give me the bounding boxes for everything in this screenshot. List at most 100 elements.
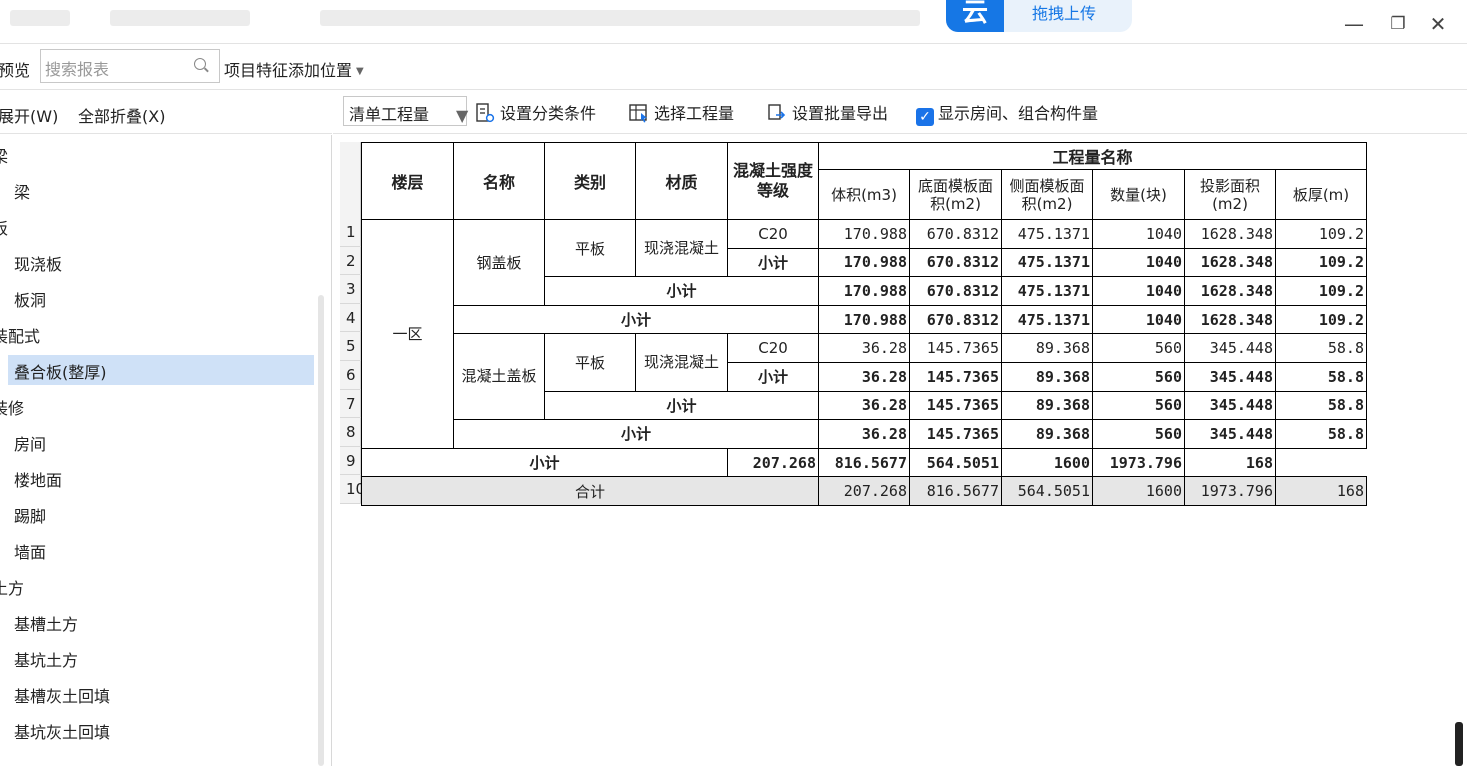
side-form-cell: 475.1371 <box>1001 304 1093 335</box>
row-number: 6 <box>340 361 361 390</box>
row-number: 9 <box>340 447 361 476</box>
side-form-cell: 89.368 <box>1001 361 1093 392</box>
set-category-button[interactable]: 设置分类条件 <box>475 100 596 124</box>
checkbox-checked-icon[interactable]: ✓ <box>916 108 934 126</box>
tree-item[interactable]: 楼地面 <box>14 467 62 491</box>
tree-item[interactable]: 梁 <box>14 179 30 203</box>
drag-upload-widget[interactable]: 云 拖拽上传 <box>946 0 1132 32</box>
tree-category[interactable]: 装修 <box>0 395 24 419</box>
proj-area-cell: 1973.796 <box>1092 447 1185 478</box>
tree-item-label: 叠合板(整厚) <box>14 363 107 382</box>
blurred-title-segment <box>110 10 250 26</box>
tree-item[interactable]: 墙面 <box>14 539 46 563</box>
tree-item[interactable]: 踢脚 <box>14 503 46 527</box>
blurred-title-segment <box>10 10 70 26</box>
row-number: 2 <box>340 247 361 276</box>
table-header-row: 楼层 名称 类别 材质 混凝土强度等级 工程量名称 <box>361 142 1367 220</box>
volume-cell: 170.988 <box>818 219 910 249</box>
header-bottom-form: 底面模板面积(m2) <box>909 169 1002 220</box>
row-number: 5 <box>340 332 361 361</box>
count-cell: 1040 <box>1092 219 1185 249</box>
bottom-form-cell: 670.8312 <box>909 304 1002 335</box>
subtotal-cell: 小计 <box>453 419 819 449</box>
header-floor: 楼层 <box>361 142 454 220</box>
tree-item[interactable]: 基槽灰土回填 <box>14 683 110 707</box>
tree-item-label: 板洞 <box>14 291 47 310</box>
tree-item[interactable]: 现浇板 <box>14 251 62 275</box>
total-cell: 合计 <box>361 476 819 506</box>
tree-item-label: 板 <box>0 219 9 238</box>
side-form-cell: 89.368 <box>1001 419 1093 449</box>
show-rooms-checkbox[interactable]: ✓ 显示房间、组合构件量 <box>916 100 1098 126</box>
thickness-cell: 109.2 <box>1275 247 1367 278</box>
feature-position-dropdown[interactable]: 项目特征添加位置 ▼ <box>224 57 364 81</box>
tree-category[interactable]: 板 <box>0 215 8 239</box>
vertical-scrollbar[interactable] <box>1455 722 1463 766</box>
feature-position-label: 项目特征添加位置 <box>224 61 353 80</box>
bottom-form-cell: 145.7365 <box>909 333 1002 363</box>
tree-category[interactable]: 土方 <box>0 575 24 599</box>
bottom-form-cell: 670.8312 <box>909 276 1002 306</box>
subtotal-cell: 小计 <box>544 276 819 306</box>
select-quantity-button[interactable]: 选择工程量 <box>629 100 734 124</box>
report-toolbar: 预览 <box>0 44 1467 90</box>
grade-cell: C20 <box>727 219 819 249</box>
export-icon <box>768 104 786 120</box>
quantity-type-select[interactable]: 清单工程量 ▼ <box>343 96 468 126</box>
side-form-cell: 475.1371 <box>1001 247 1093 278</box>
tree-item[interactable]: 房间 <box>14 431 46 455</box>
side-form-cell: 564.5051 <box>909 447 1002 478</box>
grade-cell: C20 <box>727 333 819 363</box>
subtotal-cell: 小计 <box>361 447 728 478</box>
row-number: 8 <box>340 418 361 447</box>
search-report-input[interactable]: 搜索报表 <box>40 49 220 83</box>
proj-area-cell: 345.448 <box>1184 419 1276 449</box>
batch-export-button[interactable]: 设置批量导出 <box>767 100 888 124</box>
tree-item[interactable]: 基槽土方 <box>14 611 78 635</box>
restore-icon[interactable]: ❐ <box>1386 14 1410 34</box>
row-number: 1 <box>340 218 361 247</box>
bottom-form-cell: 145.7365 <box>909 390 1002 421</box>
side-form-cell: 475.1371 <box>1001 276 1093 306</box>
tree-category[interactable]: 梁 <box>0 143 8 167</box>
tree-item[interactable]: 板洞 <box>14 287 46 311</box>
table-row: 小计 170.988 670.8312 475.1371 1040 1628.3… <box>362 304 1367 335</box>
bottom-form-cell: 816.5677 <box>909 476 1002 506</box>
tree-item[interactable]: 基坑灰土回填 <box>14 719 110 743</box>
batch-export-label: 设置批量导出 <box>792 104 889 123</box>
collapse-all-button[interactable]: 全部折叠(X) <box>78 103 165 127</box>
table-row: 混凝土盖板 平板 现浇混凝土 C20 36.28 145.7365 89.368… <box>362 333 1367 421</box>
tree-scrollbar[interactable] <box>318 295 324 766</box>
name-cell: 钢盖板 <box>453 219 545 306</box>
material-cell: 现浇混凝土 <box>635 218 728 278</box>
subtotal-cell: 小计 <box>544 390 819 421</box>
preview-button[interactable]: 预览 <box>0 57 30 81</box>
tree-item[interactable]: 基坑土方 <box>14 647 78 671</box>
header-side-form: 侧面模板面积(m2) <box>1001 169 1093 220</box>
thickness-cell: 109.2 <box>1275 219 1367 249</box>
proj-area-cell: 1628.348 <box>1184 276 1276 306</box>
header-volume: 体积(m3) <box>818 169 910 220</box>
search-icon[interactable] <box>194 58 206 70</box>
report-tree: 梁梁板现浇板 板洞 装配式 叠合板(整厚) 装修 房间 楼地面 踢脚 墙面 土方 基槽土方 基坑土方基… <box>0 135 332 766</box>
header-kind: 类别 <box>544 142 636 220</box>
title-bar: 云 拖拽上传 — ❐ ✕ <box>0 0 1467 44</box>
tree-item-label: 梁 <box>14 183 31 202</box>
minimize-icon[interactable]: — <box>1342 14 1366 34</box>
count-cell: 1600 <box>1001 447 1093 478</box>
side-form-cell: 89.368 <box>1001 333 1093 363</box>
header-quantity-group: 工程量名称 <box>818 142 1367 170</box>
volume-cell: 36.28 <box>818 419 910 449</box>
tree-item-label: 基槽土方 <box>14 615 79 634</box>
side-form-cell: 89.368 <box>1001 390 1093 421</box>
expand-all-button[interactable]: 展开(W) <box>0 103 58 127</box>
count-cell: 1040 <box>1092 276 1185 306</box>
volume-cell: 170.988 <box>818 276 910 306</box>
close-icon[interactable]: ✕ <box>1426 14 1450 34</box>
tree-item-label: 基槽灰土回填 <box>14 687 111 706</box>
tree-item-label: 基坑土方 <box>14 651 79 670</box>
table-total-row: 合计 207.268 816.5677 564.5051 1600 1973.7… <box>361 476 1367 506</box>
tree-category[interactable]: 装配式 <box>0 323 40 347</box>
tree-item[interactable]: 叠合板(整厚) <box>8 355 314 385</box>
count-cell: 560 <box>1092 419 1185 449</box>
